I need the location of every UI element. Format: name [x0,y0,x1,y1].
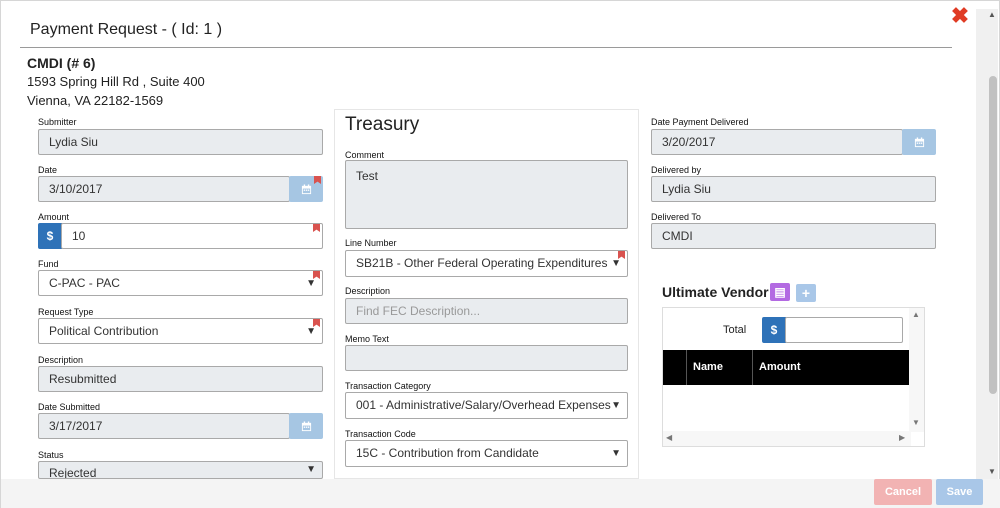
scroll-down-icon[interactable]: ▼ [912,418,920,427]
fec-description-label: Description [345,286,391,296]
chevron-down-icon: ▼ [306,278,316,289]
vendor-table: Total $ Name Amount ▲ ▼ ◀ ▶ [662,307,925,447]
close-icon[interactable]: ✖ [949,5,971,27]
dialog-footer [1,479,1000,508]
vendor-table-header: Name Amount [663,350,910,385]
delivered-to-label: Delivered To [651,212,701,222]
cancel-button[interactable]: Cancel [874,479,932,505]
column-header-amount[interactable]: Amount [752,350,910,385]
required-flag-icon [313,224,320,232]
page-scroll-down-icon[interactable]: ▼ [988,467,996,476]
submitter-label: Submitter [38,117,77,127]
date-payment-delivered-label: Date Payment Delivered [651,117,749,127]
date-payment-delivered-field[interactable]: 3/20/2017 [651,129,903,155]
date-label: Date [38,165,58,175]
calendar-icon [914,136,924,147]
amount-field[interactable]: 10 [61,223,323,249]
amount-value: 10 [72,229,86,243]
organization-name: CMDI (# 6) [27,55,96,71]
scroll-up-icon[interactable]: ▲ [912,310,920,319]
title-divider [20,47,952,48]
status-label: Status [38,450,64,460]
delivered-by-field[interactable]: Lydia Siu [651,176,936,202]
required-flag-icon [618,251,625,259]
transaction-category-label: Transaction Category [345,381,431,391]
date-field[interactable]: 3/10/2017 [38,176,290,202]
scroll-right-icon[interactable]: ▶ [899,433,905,442]
date-payment-delivered-calendar-button[interactable] [902,129,936,155]
vendor-table-vertical-scrollbar[interactable]: ▲ ▼ [909,308,924,432]
dollar-icon: $ [762,317,786,343]
column-header-name[interactable]: Name [686,350,752,385]
status-select[interactable]: Rejected ▼ [38,461,323,479]
date-calendar-button[interactable] [289,176,323,202]
required-flag-icon [314,176,321,184]
line-number-label: Line Number [345,238,397,248]
payment-request-dialog: Payment Request - ( Id: 1 ) ✖ CMDI (# 6)… [0,0,1000,508]
vendor-table-horizontal-scrollbar[interactable]: ◀ ▶ [663,431,911,446]
submitter-field[interactable]: Lydia Siu [38,129,323,155]
amount-label: Amount [38,212,70,222]
request-type-value: Political Contribution [49,324,159,338]
chevron-down-icon: ▼ [306,464,316,475]
required-flag-icon [313,319,320,327]
status-value: Rejected [49,466,97,479]
dialog-title: Payment Request - ( Id: 1 ) [30,21,223,38]
treasury-title: Treasury [345,114,420,135]
date-submitted-label: Date Submitted [38,402,101,412]
required-flag-icon [313,271,320,279]
chevron-down-icon: ▼ [611,258,621,269]
comment-textarea[interactable]: Test [345,160,628,229]
organization-address-line2: Vienna, VA 22182-1569 [27,93,164,108]
comment-label: Comment [345,150,385,160]
description-field[interactable]: Resubmitted [38,366,323,392]
request-type-label: Request Type [38,307,94,317]
transaction-code-select[interactable]: 15C - Contribution from Candidate ▼ [345,440,628,467]
save-button[interactable]: Save [936,479,983,505]
delivered-by-label: Delivered by [651,165,702,175]
transaction-category-value: 001 - Administrative/Salary/Overhead Exp… [356,398,611,412]
request-type-select[interactable]: Political Contribution ▼ [38,318,323,344]
transaction-category-select[interactable]: 001 - Administrative/Salary/Overhead Exp… [345,392,628,419]
add-vendor-button[interactable]: + [796,284,816,302]
memo-text-label: Memo Text [345,334,389,344]
date-submitted-field[interactable]: 3/17/2017 [38,413,290,439]
fec-description-input[interactable]: Find FEC Description... [345,298,628,324]
fund-value: C-PAC - PAC [49,276,120,290]
date-value: 3/10/2017 [49,182,103,196]
delivered-to-field[interactable]: CMDI [651,223,936,249]
line-number-value: SB21B - Other Federal Operating Expendit… [356,256,608,270]
memo-text-input[interactable] [345,345,628,371]
chevron-down-icon: ▼ [306,326,316,337]
chevron-down-icon: ▼ [611,448,621,459]
page-scrollbar-thumb[interactable] [989,76,997,394]
organization-address-line1: 1593 Spring Hill Rd , Suite 400 [27,74,205,89]
ultimate-vendor-title: Ultimate Vendor [662,284,769,300]
list-icon: ▤ [774,285,786,299]
fund-label: Fund [38,259,59,269]
calendar-icon [301,420,311,431]
date-submitted-calendar-button[interactable] [289,413,323,439]
plus-icon: + [801,285,811,301]
line-number-select[interactable]: SB21B - Other Federal Operating Expendit… [345,250,628,277]
vendor-total-field[interactable] [785,317,903,343]
transaction-code-value: 15C - Contribution from Candidate [356,446,539,460]
vendor-list-button[interactable]: ▤ [770,283,790,301]
page-scroll-up-icon[interactable]: ▲ [988,10,996,19]
description-label: Description [38,355,84,365]
fund-select[interactable]: C-PAC - PAC ▼ [38,270,323,296]
transaction-code-label: Transaction Code [345,429,416,439]
chevron-down-icon: ▼ [611,400,621,411]
calendar-icon [301,183,311,194]
total-label: Total [723,324,747,336]
scroll-left-icon[interactable]: ◀ [666,433,672,442]
dollar-icon: $ [38,223,62,249]
